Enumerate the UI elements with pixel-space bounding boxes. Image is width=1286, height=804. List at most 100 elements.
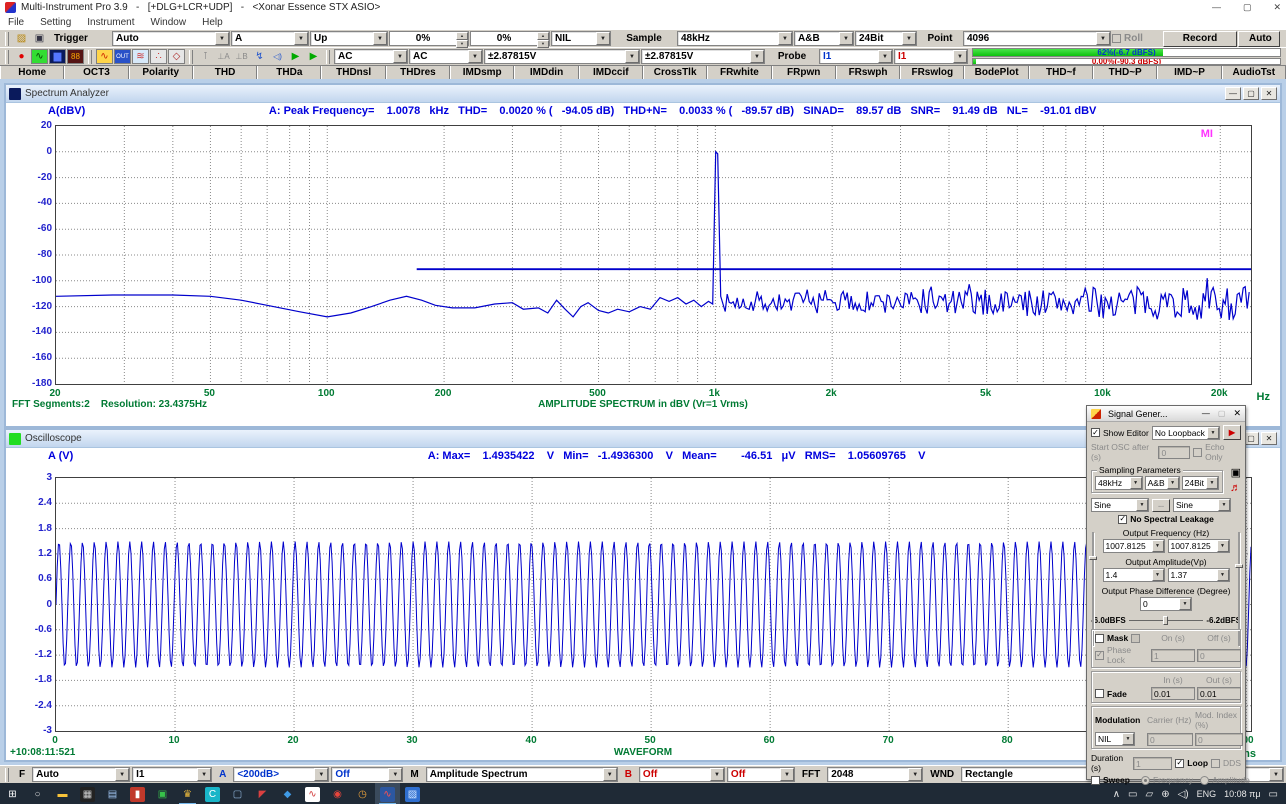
generator-run-button[interactable]: ▶ xyxy=(1223,425,1241,440)
spectrum-3d-plot-icon[interactable]: ≋ xyxy=(132,49,149,64)
tab-imdccif[interactable]: IMDccif xyxy=(579,66,643,79)
trigger-hpf-select[interactable]: NIL▼ xyxy=(551,31,611,46)
channel-a-range-select[interactable]: <200dB>▼ xyxy=(233,767,329,782)
range-a-select[interactable]: ±2.87815V▼ xyxy=(484,49,640,64)
derived-data-icon[interactable]: OUT xyxy=(114,49,131,64)
data-logger-icon[interactable]: ∴ xyxy=(150,49,167,64)
run-all-icon[interactable]: ▶ xyxy=(305,49,322,64)
tab-crosstlk[interactable]: CrossTlk xyxy=(643,66,707,79)
multi-instrument-taskbar-icon[interactable]: ∿ xyxy=(375,783,400,804)
tab-frswlog[interactable]: FRswlog xyxy=(900,66,964,79)
signal-generator-title-bar[interactable]: Signal Gener... — ▢ ✕ xyxy=(1087,406,1245,422)
tab-imddin[interactable]: IMDdin xyxy=(514,66,578,79)
score-icon[interactable]: ♬ xyxy=(1230,482,1241,494)
trigger-delay-spinner[interactable]: 0%▲▼ xyxy=(470,31,550,46)
maximize-button[interactable]: ▢ xyxy=(1243,2,1252,13)
maximize-button[interactable]: ▢ xyxy=(1243,87,1259,100)
fade-out-input[interactable]: 0.01 xyxy=(1197,687,1241,700)
mask-off-input[interactable]: 0 xyxy=(1197,649,1241,662)
mask-options-button[interactable] xyxy=(1131,634,1140,643)
sample-rate-select[interactable]: 48kHz▼ xyxy=(677,31,793,46)
tab-thdres[interactable]: THDres xyxy=(386,66,450,79)
maximize-button[interactable]: ▢ xyxy=(1218,409,1226,418)
menu-instrument[interactable]: Instrument xyxy=(87,17,134,28)
toolbar-grip[interactable] xyxy=(5,768,9,782)
signal-generator-icon[interactable]: ∿ xyxy=(96,49,113,64)
calibration-icon[interactable]: ↯ xyxy=(251,49,268,64)
dds-checkbox[interactable] xyxy=(1211,759,1220,768)
duration-input[interactable]: 1 xyxy=(1133,757,1172,770)
photos-app-icon[interactable]: ▨ xyxy=(400,783,425,804)
toolbar-grip[interactable] xyxy=(5,32,9,46)
input-select[interactable]: I1▼ xyxy=(132,767,212,782)
probe-b-select[interactable]: I1▼ xyxy=(894,49,968,64)
tray-network-icon[interactable]: ⊕ xyxy=(1161,789,1169,800)
phase-lock-checkbox[interactable]: ✓ xyxy=(1095,651,1104,660)
fft-size-select[interactable]: 2048▼ xyxy=(827,767,923,782)
frequency-weighting-select[interactable]: Auto▼ xyxy=(32,767,130,782)
screenshot-app-icon[interactable]: ▣ xyxy=(150,783,175,804)
chrome-icon[interactable]: ◉ xyxy=(325,783,350,804)
minimize-button[interactable]: — xyxy=(1212,2,1221,13)
trigger-source-select[interactable]: A▼ xyxy=(231,31,309,46)
clock[interactable]: 10:08 πμ xyxy=(1224,789,1260,799)
channel-a-filter-select[interactable]: Off▼ xyxy=(331,767,403,782)
tray-volume-icon[interactable]: ◁) xyxy=(1178,789,1189,800)
close-button[interactable]: ✕ xyxy=(1233,408,1241,419)
echo-only-checkbox[interactable] xyxy=(1193,448,1202,457)
roll-checkbox[interactable]: Roll xyxy=(1112,33,1162,44)
tab-frswph[interactable]: FRswph xyxy=(836,66,900,79)
wave-a-select[interactable]: Sine▼ xyxy=(1091,498,1149,512)
fade-checkbox[interactable] xyxy=(1095,689,1104,698)
carrier-input[interactable]: 0 xyxy=(1147,733,1193,746)
slider-thumb[interactable] xyxy=(1163,616,1168,625)
red-app-icon[interactable]: ▮ xyxy=(125,783,150,804)
tab-thd[interactable]: THD xyxy=(193,66,257,79)
spectrum-title-bar[interactable]: Spectrum Analyzer — ▢ ✕ xyxy=(6,85,1280,103)
tab-home[interactable]: Home xyxy=(0,66,64,79)
label-b-icon[interactable]: ⊥B xyxy=(233,49,250,64)
tab-thdnsl[interactable]: THDnsl xyxy=(321,66,385,79)
trigger-edge-select[interactable]: Up▼ xyxy=(310,31,388,46)
close-button[interactable]: ✕ xyxy=(1261,87,1277,100)
loopback-select[interactable]: No Loopback▼ xyxy=(1152,426,1220,440)
range-b-select[interactable]: ±2.87815V▼ xyxy=(641,49,765,64)
multimeter-icon[interactable]: 88 xyxy=(67,49,84,64)
toolbar-grip[interactable] xyxy=(189,50,193,64)
channel-b-range-select[interactable]: Off▼ xyxy=(639,767,725,782)
wave-options-button[interactable]: ... xyxy=(1152,499,1170,512)
coupling-a-select[interactable]: AC▼ xyxy=(334,49,408,64)
clock-app-icon[interactable]: ◷ xyxy=(350,783,375,804)
probe-a-select[interactable]: I1▼ xyxy=(819,49,893,64)
tab-thd~f[interactable]: THD~f xyxy=(1029,66,1093,79)
menu-help[interactable]: Help xyxy=(202,17,223,28)
coupling-b-select[interactable]: AC▼ xyxy=(409,49,483,64)
media-app-icon[interactable]: ▦ xyxy=(75,783,100,804)
search-icon[interactable]: ○ xyxy=(25,783,50,804)
speaker-icon[interactable]: ◁) xyxy=(269,49,286,64)
tray-caret-icon[interactable]: ∧ xyxy=(1113,789,1120,800)
show-editor-checkbox[interactable]: ✓ xyxy=(1091,428,1100,437)
record-icon[interactable]: ● xyxy=(13,49,30,64)
wave-b-select[interactable]: Sine▼ xyxy=(1173,498,1231,512)
amplitude-b-select[interactable]: 1.37▼ xyxy=(1168,568,1230,582)
minimize-button[interactable]: — xyxy=(1225,87,1241,100)
calculator-icon[interactable]: ▤ xyxy=(100,783,125,804)
close-button[interactable]: ✕ xyxy=(1261,432,1277,445)
menu-file[interactable]: File xyxy=(8,17,24,28)
tab-oct3[interactable]: OCT3 xyxy=(64,66,128,79)
tab-thd~p[interactable]: THD~P xyxy=(1093,66,1157,79)
tab-frwhite[interactable]: FRwhite xyxy=(707,66,771,79)
tray-pen-icon[interactable]: ▱ xyxy=(1145,789,1153,800)
auto-button[interactable]: Auto xyxy=(1238,31,1280,47)
tab-frpwn[interactable]: FRpwn xyxy=(772,66,836,79)
record-button[interactable]: Record xyxy=(1163,31,1237,47)
tab-audiotst[interactable]: AudioTst xyxy=(1222,66,1286,79)
sweep-frequency-radio[interactable] xyxy=(1141,776,1150,785)
vscode-icon[interactable]: ◆ xyxy=(275,783,300,804)
phase-select[interactable]: 0▼ xyxy=(1140,597,1192,611)
dbfs-slider[interactable] xyxy=(1129,615,1204,625)
start-osc-input[interactable]: 0 xyxy=(1158,446,1190,459)
run-icon[interactable]: ▶ xyxy=(287,49,304,64)
toolbar-grip[interactable] xyxy=(5,50,9,64)
